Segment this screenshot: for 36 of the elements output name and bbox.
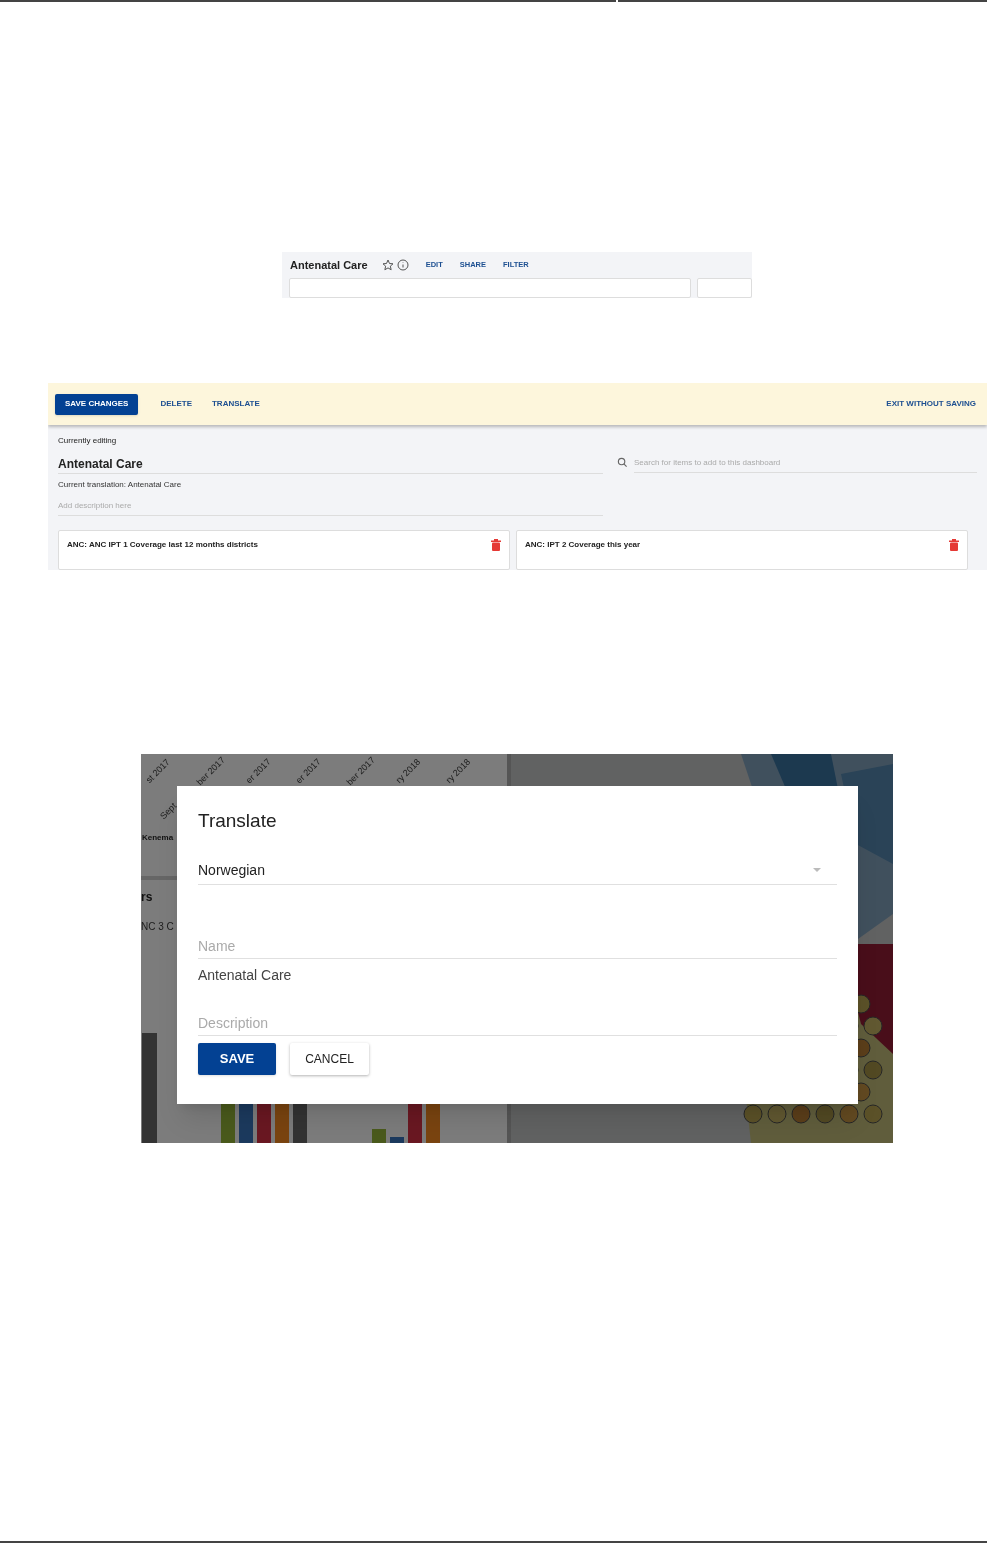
trash-icon[interactable] bbox=[491, 539, 501, 551]
item-title: ANC: IPT 2 Coverage this year bbox=[525, 539, 641, 551]
chart-bar bbox=[408, 1103, 422, 1143]
item-title: ANC: ANC IPT 1 Coverage last 12 months districts bbox=[67, 539, 258, 551]
chart-bar bbox=[372, 1129, 386, 1143]
chart-bar bbox=[221, 1103, 235, 1143]
info-icon[interactable] bbox=[396, 259, 409, 271]
toolbar-button[interactable]: DELETE bbox=[150, 393, 202, 415]
trash-icon[interactable] bbox=[949, 539, 959, 551]
translation-caption: Current translation: Antenatal Care bbox=[58, 479, 183, 491]
save-button[interactable]: SAVE bbox=[198, 1043, 276, 1075]
language-select[interactable]: Norwegian bbox=[198, 860, 837, 885]
chart-heading: rs bbox=[141, 889, 153, 906]
chart-subheading: NC 3 C bbox=[141, 920, 174, 934]
save-changes-button[interactable]: SAVE CHANGES bbox=[55, 393, 139, 415]
chart-bar bbox=[426, 1103, 440, 1143]
chart-bar bbox=[239, 1103, 253, 1143]
title-field[interactable]: Antenatal Care bbox=[58, 456, 603, 474]
description-field[interactable]: Add description here bbox=[58, 500, 603, 516]
row-label: Kenema bbox=[142, 833, 174, 843]
dialog-title: Translate bbox=[198, 810, 278, 832]
editing-caption: Currently editing bbox=[58, 437, 118, 445]
chart-bar bbox=[293, 1103, 307, 1143]
exit-button[interactable]: EXIT WITHOUT SAVING bbox=[886, 398, 976, 410]
name-value: Antenatal Care bbox=[198, 966, 293, 985]
dashboard-title: Antenatal Care bbox=[290, 257, 368, 273]
description-field[interactable]: Description bbox=[198, 1011, 837, 1036]
cancel-button[interactable]: CANCEL bbox=[290, 1043, 369, 1075]
chart-bar bbox=[275, 1103, 289, 1143]
star-icon[interactable] bbox=[381, 259, 394, 271]
toolbar-button[interactable]: TRANSLATE bbox=[202, 393, 270, 415]
chart-bar bbox=[390, 1137, 404, 1143]
dropdown-arrow-icon bbox=[813, 868, 821, 872]
search-icon bbox=[617, 457, 628, 468]
name-field[interactable]: Name bbox=[198, 934, 837, 959]
chart-bar bbox=[257, 1103, 271, 1143]
